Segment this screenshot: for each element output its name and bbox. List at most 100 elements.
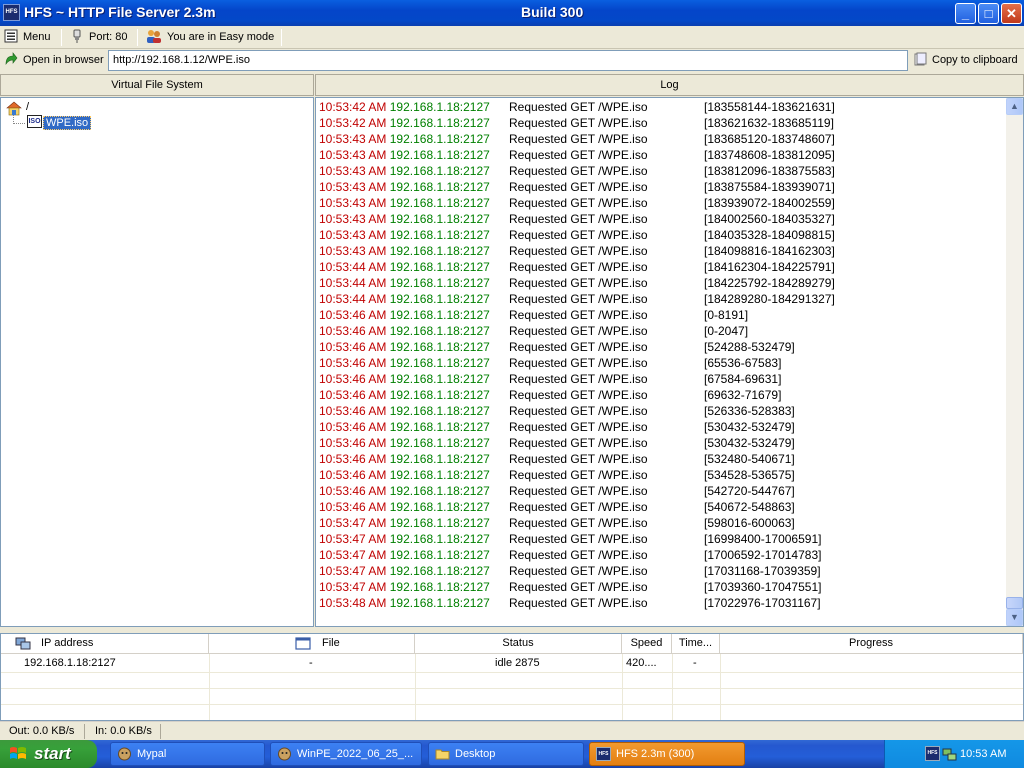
log-time: 10:53:46 AM xyxy=(319,356,387,370)
log-entry: 10:53:42 AM 192.168.1.18:2127 Requested G… xyxy=(319,100,835,116)
log-time: 10:53:43 AM xyxy=(319,196,387,210)
log-request: Requested GET /WPE.iso xyxy=(509,164,648,178)
connections-list[interactable]: IP address File Status Speed Time... Pro… xyxy=(0,633,1024,721)
task-desktop[interactable]: Desktop xyxy=(428,742,584,766)
file-column-icon xyxy=(295,637,311,650)
log-entry: 10:53:46 AM 192.168.1.18:2127 Requested G… xyxy=(319,340,795,356)
column-status[interactable]: Status xyxy=(415,634,622,654)
row-speed: 420.... xyxy=(626,657,657,669)
mode-label: You are in Easy mode xyxy=(167,31,275,43)
log-entry: 10:53:43 AM 192.168.1.18:2127 Requested G… xyxy=(319,148,835,164)
close-button[interactable]: ✕ xyxy=(1001,3,1022,24)
log-range: [183685120-183748607] xyxy=(704,132,835,146)
log-range: [17039360-17047551] xyxy=(704,580,822,594)
log-request: Requested GET /WPE.iso xyxy=(509,484,648,498)
log-request: Requested GET /WPE.iso xyxy=(509,324,648,338)
tree-line xyxy=(13,123,25,124)
log-scrollbar[interactable]: ▲ ▼ xyxy=(1006,98,1023,626)
mode-button[interactable]: You are in Easy mode xyxy=(146,28,274,47)
url-field[interactable]: http://192.168.1.12/WPE.iso xyxy=(108,50,908,71)
vfs-tree[interactable]: / ISO WPE.iso xyxy=(0,97,314,627)
log-entry: 10:53:43 AM 192.168.1.18:2127 Requested G… xyxy=(319,164,835,180)
copy-to-clipboard-button[interactable]: Copy to clipboard xyxy=(913,51,1018,70)
log-ip: 192.168.1.18:2127 xyxy=(389,196,490,210)
vfs-file-wpe-iso[interactable]: WPE.iso xyxy=(43,116,92,130)
log-ip: 192.168.1.18:2127 xyxy=(389,596,490,610)
column-speed[interactable]: Speed xyxy=(622,634,672,654)
log-entry: 10:53:46 AM 192.168.1.18:2127 Requested G… xyxy=(319,468,795,484)
row-ip: 192.168.1.18:2127 xyxy=(24,657,116,669)
task-label: Mypal xyxy=(137,748,167,760)
row-status: idle 2875 xyxy=(495,657,540,669)
log-ip: 192.168.1.18:2127 xyxy=(389,228,490,242)
log-ip: 192.168.1.18:2127 xyxy=(389,468,490,482)
menu-icon xyxy=(4,29,18,43)
log-request: Requested GET /WPE.iso xyxy=(509,436,648,450)
status-separator xyxy=(84,724,85,739)
column-file-label: File xyxy=(322,637,340,649)
log-entry: 10:53:46 AM 192.168.1.18:2127 Requested G… xyxy=(319,420,795,436)
row-time: - xyxy=(693,657,697,669)
log-ip: 192.168.1.18:2127 xyxy=(389,436,490,450)
column-time[interactable]: Time... xyxy=(672,634,720,654)
taskbar: start Mypal WinPE_2022_06_25_... Desktop… xyxy=(0,740,1024,768)
clock[interactable]: 10:53 AM xyxy=(960,740,1006,768)
log-ip: 192.168.1.18:2127 xyxy=(389,356,490,370)
log-ip: 192.168.1.18:2127 xyxy=(389,564,490,578)
scroll-up-icon[interactable]: ▲ xyxy=(1006,98,1023,115)
maximize-button[interactable]: □ xyxy=(978,3,999,24)
grid-line xyxy=(1,704,1023,705)
log-range: [524288-532479] xyxy=(704,340,795,354)
log-time: 10:53:46 AM xyxy=(319,484,387,498)
minimize-button[interactable]: _ xyxy=(955,3,976,24)
scroll-thumb[interactable] xyxy=(1006,597,1023,609)
task-label: Desktop xyxy=(455,748,496,760)
scroll-down-icon[interactable]: ▼ xyxy=(1006,609,1023,626)
log-time: 10:53:46 AM xyxy=(319,500,387,514)
task-winpe[interactable]: WinPE_2022_06_25_... xyxy=(270,742,422,766)
open-in-browser-button[interactable]: Open in browser xyxy=(4,51,104,70)
log-range: [530432-532479] xyxy=(704,436,795,450)
log-time: 10:53:44 AM xyxy=(319,260,387,274)
title-bar[interactable]: HFS HFS ~ HTTP File Server 2.3m Build 30… xyxy=(0,0,1024,26)
log-ip: 192.168.1.18:2127 xyxy=(389,388,490,402)
close-icon: ✕ xyxy=(1006,6,1017,21)
log-ip: 192.168.1.18:2127 xyxy=(389,292,490,306)
log-ip: 192.168.1.18:2127 xyxy=(389,404,490,418)
clipboard-icon xyxy=(914,52,927,66)
column-progress[interactable]: Progress xyxy=(720,634,1023,654)
log-time: 10:53:46 AM xyxy=(319,388,387,402)
log-request: Requested GET /WPE.iso xyxy=(509,516,648,530)
column-ip-address[interactable]: IP address xyxy=(1,634,209,654)
log-ip: 192.168.1.18:2127 xyxy=(389,484,490,498)
port-button[interactable]: Port: 80 xyxy=(70,28,128,47)
log-panel[interactable]: 10:53:42 AM 192.168.1.18:2127 Requested G… xyxy=(315,97,1024,627)
log-ip: 192.168.1.18:2127 xyxy=(389,308,490,322)
task-hfs[interactable]: HFS HFS 2.3m (300) xyxy=(589,742,745,766)
column-file[interactable]: File xyxy=(209,634,415,654)
start-button[interactable]: start xyxy=(0,740,97,768)
log-range: [67584-69631] xyxy=(704,372,782,386)
open-in-browser-label: Open in browser xyxy=(23,54,104,66)
copy-to-clipboard-label: Copy to clipboard xyxy=(932,54,1018,66)
network-tray-icon[interactable] xyxy=(942,747,957,762)
out-speed: Out: 0.0 KB/s xyxy=(9,725,75,737)
log-entry: 10:53:47 AM 192.168.1.18:2127 Requested G… xyxy=(319,580,821,596)
log-time: 10:53:43 AM xyxy=(319,180,387,194)
log-entry: 10:53:42 AM 192.168.1.18:2127 Requested G… xyxy=(319,116,834,132)
task-mypal[interactable]: Mypal xyxy=(110,742,265,766)
log-request: Requested GET /WPE.iso xyxy=(509,420,648,434)
log-request: Requested GET /WPE.iso xyxy=(509,580,648,594)
log-request: Requested GET /WPE.iso xyxy=(509,292,648,306)
log-range: [540672-548863] xyxy=(704,500,795,514)
log-request: Requested GET /WPE.iso xyxy=(509,372,648,386)
log-entry: 10:53:47 AM 192.168.1.18:2127 Requested G… xyxy=(319,532,821,548)
log-time: 10:53:44 AM xyxy=(319,292,387,306)
log-request: Requested GET /WPE.iso xyxy=(509,308,648,322)
log-range: [598016-600063] xyxy=(704,516,795,530)
hfs-tray-icon[interactable]: HFS xyxy=(925,746,940,761)
log-time: 10:53:46 AM xyxy=(319,308,387,322)
menu-button[interactable]: Menu xyxy=(4,28,51,47)
log-entry: 10:53:46 AM 192.168.1.18:2127 Requested G… xyxy=(319,404,795,420)
vfs-root[interactable]: / xyxy=(26,101,29,113)
